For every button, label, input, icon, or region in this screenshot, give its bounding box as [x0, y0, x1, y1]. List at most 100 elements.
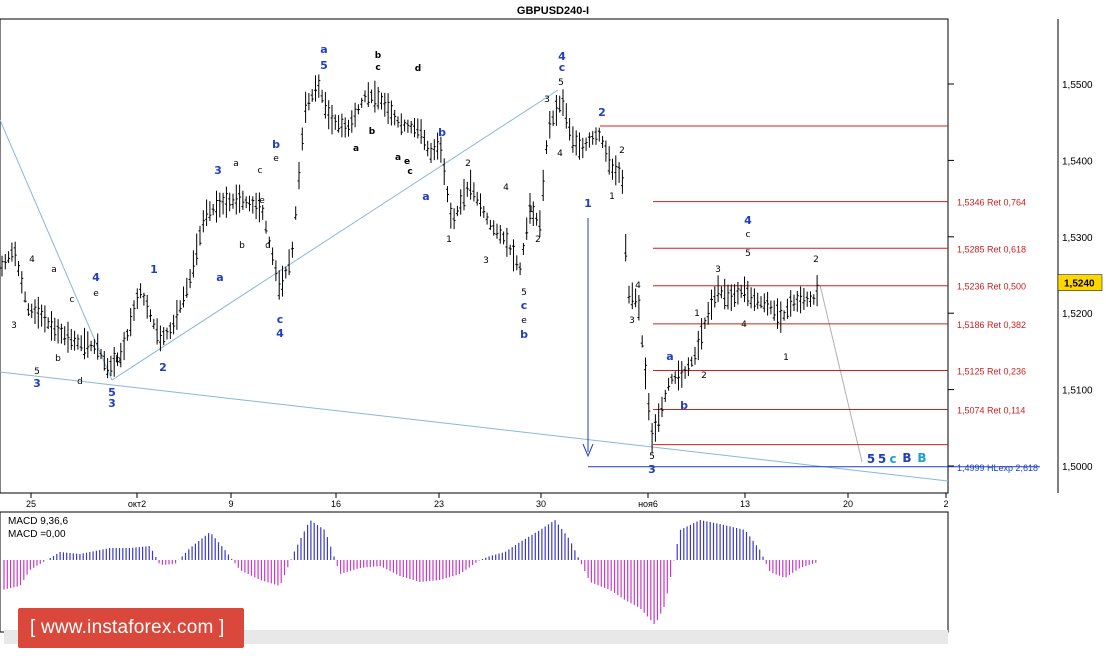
wave-label: a [51, 265, 57, 275]
wave-label: a [395, 153, 401, 163]
wave-label: 2 [701, 371, 707, 381]
x-tick-label: 30 [536, 499, 546, 509]
wave-label: 4 [741, 320, 747, 330]
wave-label: 3 [715, 265, 721, 275]
wave-label: B [917, 451, 926, 465]
wave-label: b [272, 138, 280, 151]
wave-label: 2 [465, 159, 471, 169]
wave-label: 1 [783, 353, 789, 363]
watermark-badge: [ www.instaforex.com ] [18, 608, 244, 648]
x-tick-label: 2 [943, 499, 948, 509]
wave-label: 3 [629, 316, 635, 326]
wave-label: 2 [535, 235, 541, 245]
macd-label-1: MACD 9,36,6 [8, 516, 68, 527]
wave-label: a [353, 144, 359, 154]
wave-label: 4 [92, 271, 100, 284]
wave-label: e [273, 154, 279, 164]
y-tick-label: 1,5500 [1062, 80, 1093, 91]
chart-title: GBPUSD240-I [517, 5, 589, 17]
wave-label: 1 [528, 205, 534, 215]
wave-label: b [375, 51, 382, 61]
wave-label: e [404, 157, 410, 167]
wave-label: 5 [878, 452, 886, 466]
wave-label: c [889, 452, 896, 466]
wave-label: c [559, 61, 566, 74]
wave-label: 5 [745, 249, 751, 259]
fib-level-label: 1,5346 Ret 0,764 [957, 198, 1026, 208]
wave-label: 4 [635, 281, 641, 291]
wave-label: 3 [544, 95, 550, 105]
wave-label: 2 [619, 146, 625, 156]
wave-label: 4 [29, 255, 35, 265]
wave-label: c [521, 299, 528, 312]
wave-label: a [422, 190, 429, 203]
wave-label: 5 [320, 59, 328, 72]
wave-label: 1 [150, 263, 158, 276]
fib-level-label: 1,5236 Ret 0,500 [957, 282, 1026, 292]
wave-label: 3 [11, 321, 17, 331]
x-tick-label: 25 [26, 499, 36, 509]
wave-label: a [666, 350, 673, 363]
wave-label: 5 [867, 452, 875, 466]
current-price-label: 1,5240 [1064, 279, 1095, 290]
wave-label: a [233, 159, 239, 169]
fib-level-label: 1,5186 Ret 0,382 [957, 320, 1026, 330]
wave-label: b [680, 399, 688, 412]
wave-label: 2 [598, 106, 606, 119]
wave-label: b [115, 355, 121, 365]
wave-label: e [521, 316, 527, 326]
wave-label: d [415, 64, 421, 74]
wave-label: 4 [744, 214, 752, 227]
y-tick-label: 1,5300 [1062, 233, 1093, 244]
wave-label: B [902, 451, 911, 465]
wave-label: 3 [33, 377, 41, 390]
x-tick-label: 20 [843, 499, 853, 509]
wave-label: c [375, 63, 380, 73]
wave-label: e [93, 289, 99, 299]
y-tick-label: 1,5000 [1062, 462, 1093, 473]
watermark-text: [ www.instaforex.com ] [30, 617, 225, 638]
wave-label: 4 [276, 327, 284, 340]
wave-label: b [55, 354, 61, 364]
wave-label: 3 [214, 164, 222, 177]
y-tick-label: 1,5400 [1062, 156, 1093, 167]
wave-label: 5 [521, 288, 527, 298]
x-tick-label: 23 [434, 499, 444, 509]
wave-label: 3 [648, 463, 656, 476]
wave-label: 1 [446, 235, 452, 245]
x-tick-label: 9 [228, 499, 233, 509]
gbpusd-chart: GBPUSD240-I 1,5500 1,5400 1,5300 1,5200 1,510… [0, 5, 1103, 644]
wave-label: 3 [108, 397, 116, 410]
wave-label: 4 [503, 183, 509, 193]
wave-label: 1 [609, 192, 615, 202]
fib-level-label: 1,4999 HLexp 2,618 [957, 463, 1038, 473]
wave-label: c [258, 166, 263, 176]
fib-level-label: 1,5125 Ret 0,236 [957, 367, 1026, 377]
x-tick-label: 13 [740, 499, 750, 509]
wave-label: 2 [159, 361, 167, 374]
wave-label: c [746, 230, 751, 240]
fib-level-label: 1,5074 Ret 0,114 [957, 405, 1025, 415]
wave-label: c [70, 295, 75, 305]
price-panel [0, 18, 949, 494]
x-tick-label: окт2 [128, 499, 146, 509]
fib-level-label: 1,5285 Ret 0,618 [957, 244, 1026, 254]
wave-label: 5 [649, 452, 655, 462]
wave-label: a [320, 43, 327, 56]
wave-label: b [239, 241, 245, 251]
wave-label: b [520, 328, 528, 341]
wave-label: 2 [813, 255, 819, 265]
wave-label: 4 [557, 149, 563, 159]
wave-label: 1 [694, 309, 700, 319]
wave-label: c [277, 313, 284, 326]
wave-label: b [369, 127, 376, 137]
wave-label: 5 [558, 78, 564, 88]
x-tick-label: ноя6 [638, 499, 658, 509]
wave-label: c [407, 167, 412, 177]
wave-label: d [265, 241, 271, 251]
y-tick-label: 1,5200 [1062, 309, 1093, 320]
y-tick-label: 1,5100 [1062, 386, 1093, 397]
macd-label-2: MACD =0,00 [8, 529, 66, 540]
wave-label: e [259, 196, 265, 206]
wave-label: b [438, 126, 446, 139]
